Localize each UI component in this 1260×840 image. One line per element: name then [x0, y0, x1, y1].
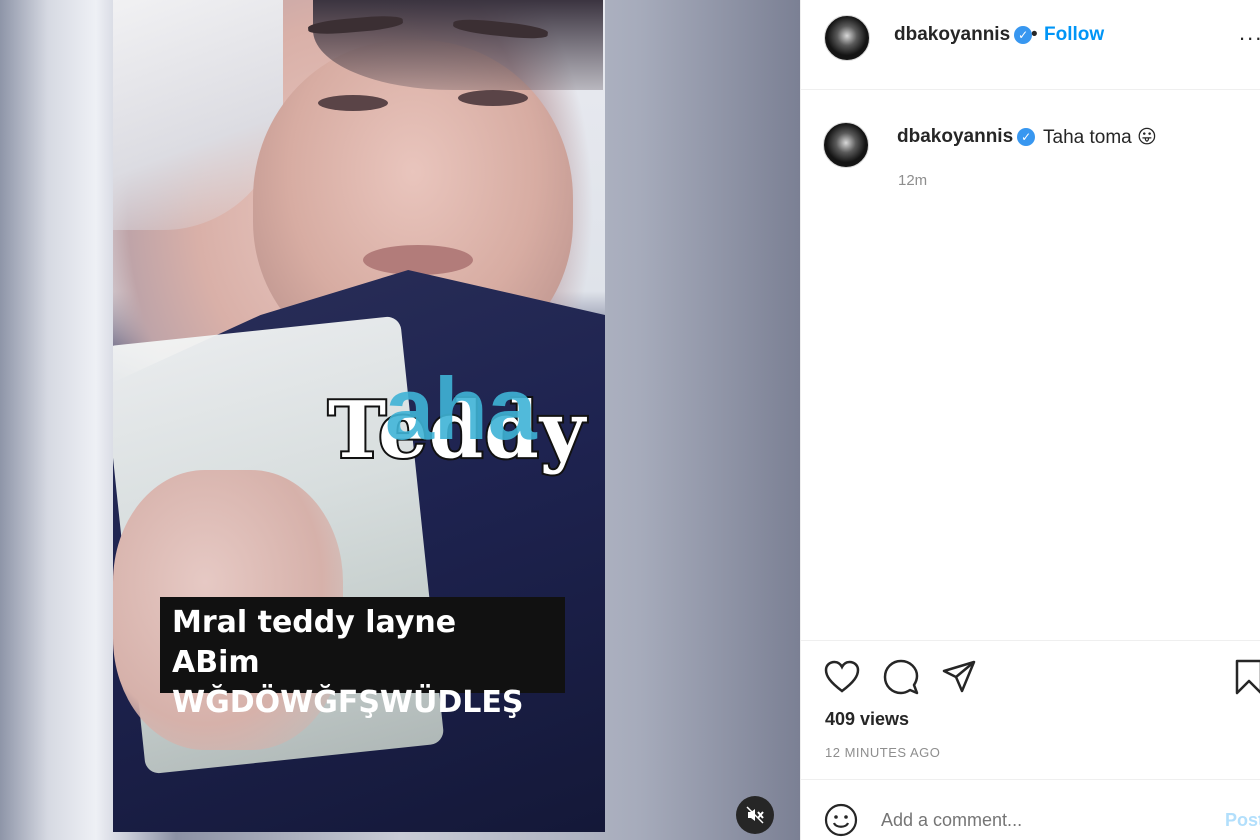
video-overlay-word-secondary: aha: [385, 359, 537, 458]
post-date[interactable]: 12 MINUTES AGO: [825, 745, 940, 760]
video-subtitle-line-2: WĞDÖWĞFŞWÜDLEŞ: [172, 685, 524, 720]
follow-button[interactable]: Follow: [1044, 24, 1104, 46]
like-button[interactable]: [822, 657, 862, 697]
comment-bar: Post: [801, 779, 1260, 840]
comment-button[interactable]: [881, 657, 921, 697]
emoji-picker-button[interactable]: [821, 800, 861, 840]
verified-badge-icon: ✓: [1017, 127, 1036, 146]
header-separator: •: [1031, 24, 1038, 45]
video-subtitle-line-1: Mral teddy layne ABim: [172, 605, 457, 680]
verified-badge-icon: ✓: [1014, 25, 1033, 44]
view-count[interactable]: 409 views: [825, 709, 909, 730]
post-side-panel: dbakoyannis✓ • Follow ... dbakoyannis✓ T…: [800, 0, 1260, 840]
comment-input[interactable]: [881, 810, 1181, 831]
bookmark-icon: [1235, 659, 1260, 695]
post-comment-button[interactable]: Post: [1225, 810, 1260, 831]
video-frame-mouth: [363, 245, 473, 275]
save-button[interactable]: [1229, 657, 1260, 697]
caption-timestamp[interactable]: 12m: [898, 172, 927, 189]
caption-username[interactable]: dbakoyannis ✓: [897, 126, 1036, 148]
video-frame-eye: [318, 95, 388, 111]
share-icon: [942, 660, 976, 693]
caption-avatar[interactable]: [823, 122, 869, 168]
media-viewer[interactable]: Teddy aha Mral teddy layne ABim WĞDÖWĞFŞ…: [0, 0, 800, 840]
post-actions: 409 views 12 MINUTES AGO Post: [801, 640, 1260, 840]
heart-icon: [824, 660, 860, 693]
speaker-muted-icon: [746, 806, 764, 824]
video-player[interactable]: Teddy aha Mral teddy layne ABim WĞDÖWĞFŞ…: [113, 0, 605, 832]
caption-username-text: dbakoyannis: [897, 126, 1014, 147]
header-username-text: dbakoyannis: [894, 24, 1011, 45]
comment-icon: [883, 659, 919, 695]
video-subtitle: Mral teddy layne ABim WĞDÖWĞFŞWÜDLEŞ: [160, 597, 565, 720]
share-button[interactable]: [939, 657, 979, 697]
post-caption: Taha toma 😛: [1043, 126, 1157, 149]
video-frame-eye: [458, 90, 528, 106]
header-username[interactable]: dbakoyannis ✓: [894, 24, 1033, 46]
tongue-emoji: 😛: [1137, 127, 1157, 148]
post-header: dbakoyannis✓ • Follow ...: [801, 0, 1260, 90]
avatar[interactable]: [824, 15, 870, 61]
post-caption-text: Taha toma: [1043, 127, 1132, 148]
smiley-icon: [824, 803, 858, 837]
mute-button[interactable]: [736, 796, 774, 834]
more-options-button[interactable]: ...: [1239, 20, 1260, 46]
